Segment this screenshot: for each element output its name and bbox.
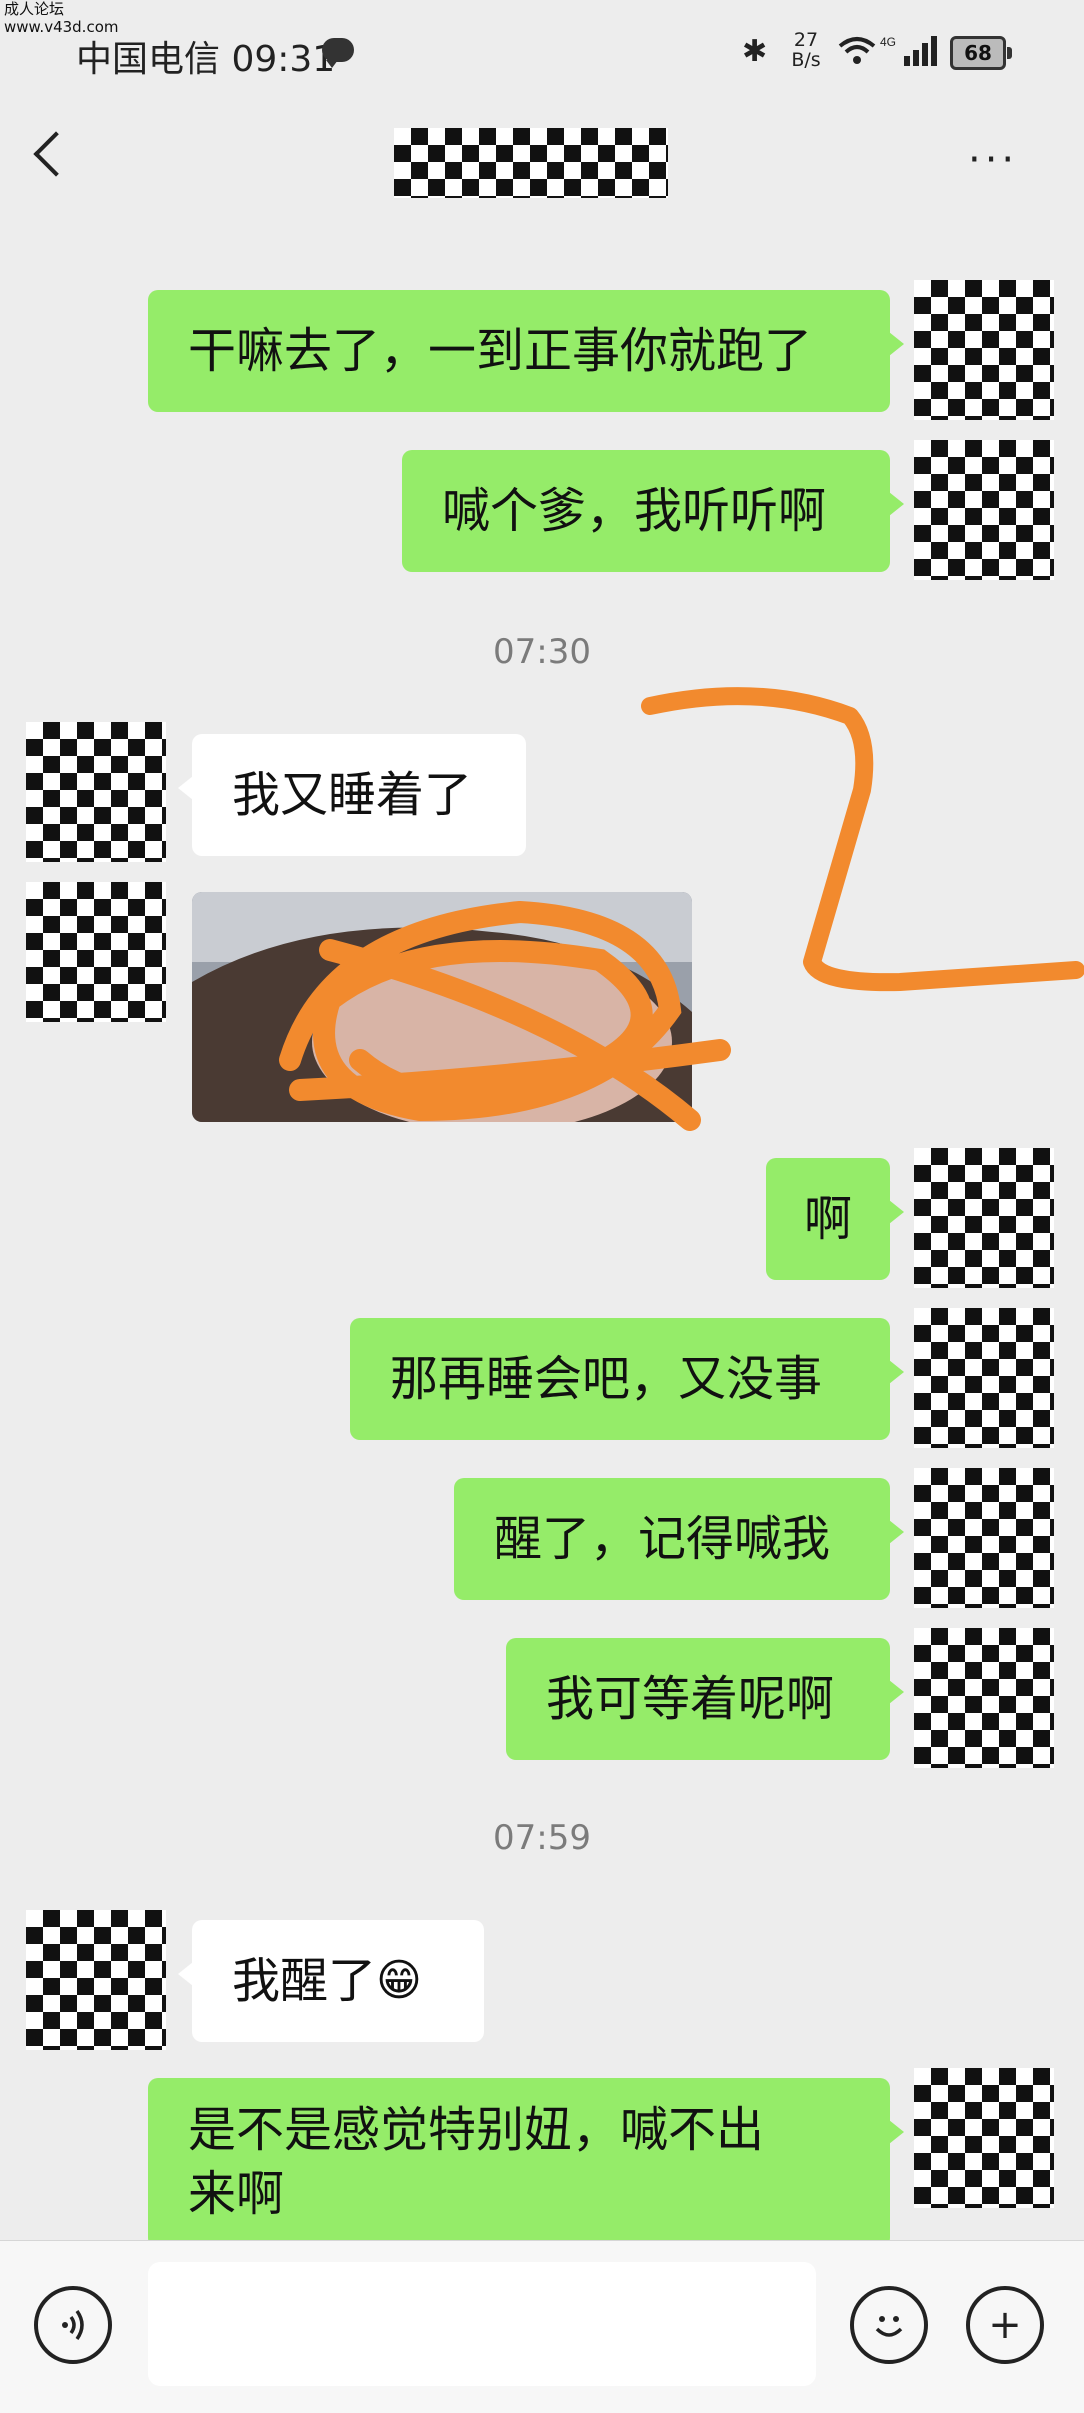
message-bubble-outgoing[interactable]: 醒了，记得喊我 <box>454 1478 904 1600</box>
grinning-emoji-icon: 😁 <box>376 1955 422 2006</box>
my-avatar[interactable] <box>914 1468 1054 1608</box>
message-text: 啊 <box>803 1191 852 1247</box>
message-bubble-incoming[interactable]: 我醒了 😁 <box>178 1920 484 2042</box>
message-bubble-outgoing[interactable]: 是不是感觉特别妞，喊不出来啊 <box>148 2078 904 2248</box>
emoji-icon[interactable] <box>850 2286 928 2364</box>
contact-avatar[interactable] <box>26 1910 166 2050</box>
message-input[interactable] <box>148 2262 816 2386</box>
timestamp: 07:59 <box>493 1818 591 1858</box>
voice-icon[interactable] <box>34 2286 112 2364</box>
my-avatar[interactable] <box>914 1628 1054 1768</box>
message-text: 我可等着呢啊 <box>546 1671 835 1727</box>
message-bubble-outgoing[interactable]: 啊 <box>766 1158 904 1280</box>
message-bubble-outgoing[interactable]: 我可等着呢啊 <box>506 1638 904 1760</box>
message-text: 那再睡会吧，又没事 <box>390 1351 823 1407</box>
plus-icon[interactable]: + <box>966 2286 1044 2364</box>
message-text: 是不是感觉特别妞，喊不出来啊 <box>188 2102 765 2222</box>
my-avatar[interactable] <box>914 1148 1054 1288</box>
message-bubble-outgoing[interactable]: 那再睡会吧，又没事 <box>350 1318 904 1440</box>
message-text: 我醒了 <box>232 1953 377 2009</box>
my-avatar[interactable] <box>914 1308 1054 1448</box>
message-text: 醒了，记得喊我 <box>494 1511 831 1567</box>
scribble-redaction <box>279 687 1084 1131</box>
my-avatar[interactable] <box>914 2068 1054 2208</box>
